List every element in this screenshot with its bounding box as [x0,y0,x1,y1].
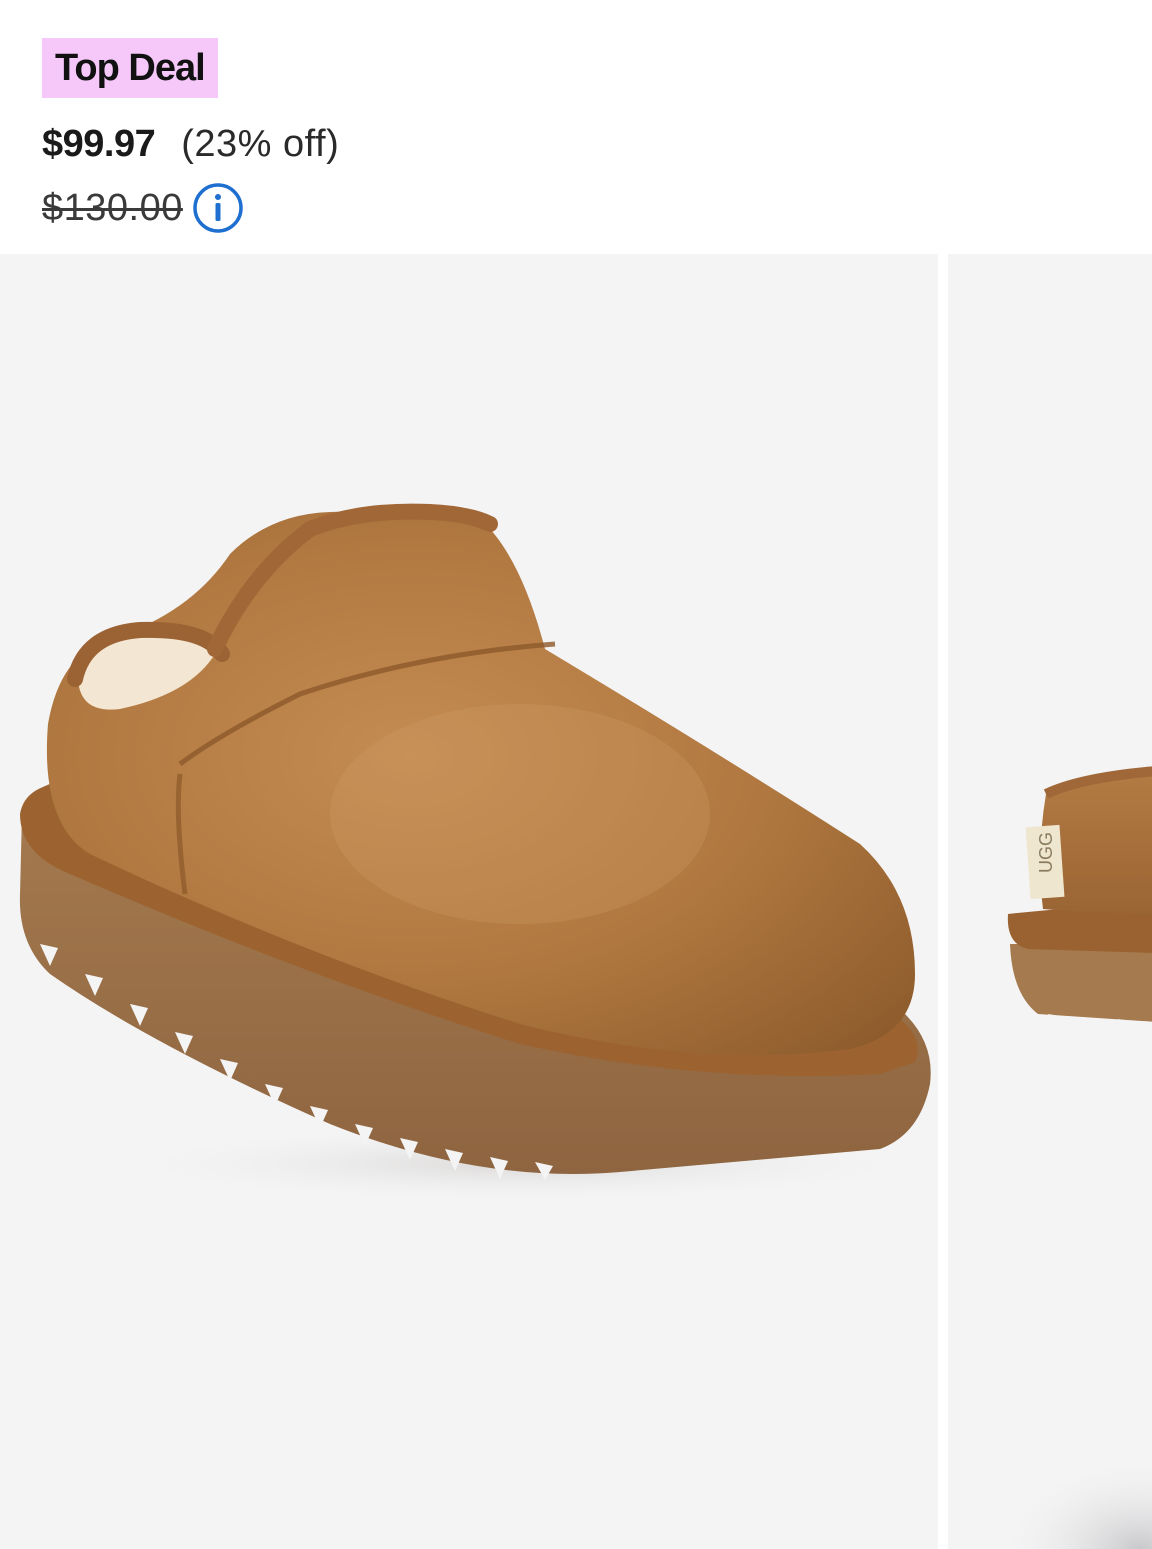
price-row: $99.97 (23% off) [42,118,339,170]
product-page: Top Deal $99.97 (23% off) $130.00 UGG [0,0,1152,1549]
discount-percent: (23% off) [181,122,340,165]
original-price-row: $130.00 [42,180,245,236]
image-gallery[interactable]: UGG [0,254,1152,1549]
ugg-tag-text: UGG [1036,832,1056,873]
sale-price: $99.97 [42,122,156,165]
product-image-next[interactable]: UGG [948,254,1152,1549]
original-price: $130.00 [42,186,183,229]
top-deal-badge: Top Deal [42,38,218,98]
info-circle-icon[interactable] [191,181,245,235]
product-image-main[interactable] [0,254,938,1549]
